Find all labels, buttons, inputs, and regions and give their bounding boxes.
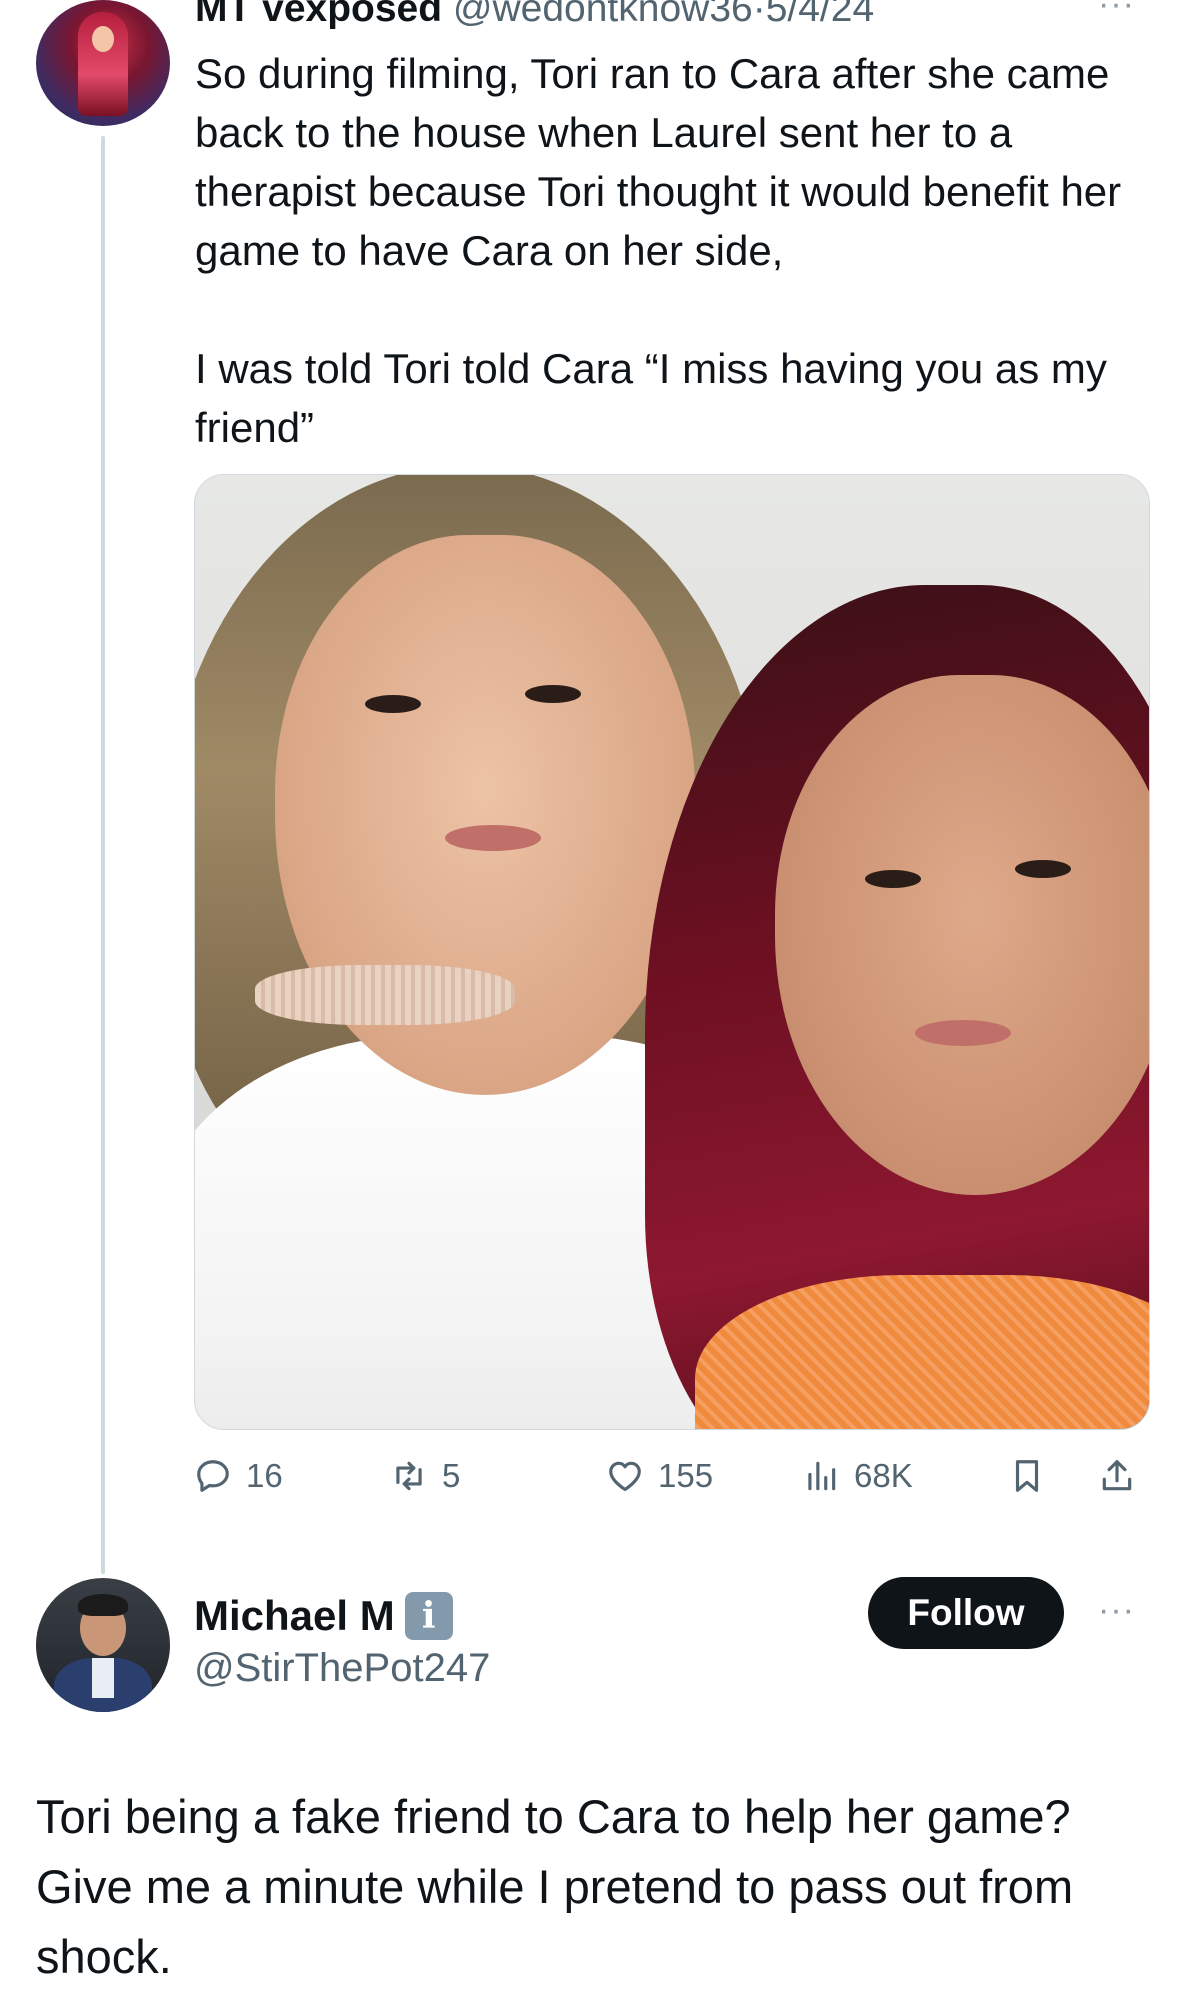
photo-face-right xyxy=(775,675,1149,1195)
reply-author-name-row: Michael M i xyxy=(194,1590,453,1642)
photo-eye xyxy=(525,685,581,703)
reply-author-handle[interactable]: @StirThePot247 xyxy=(194,1644,490,1692)
author-name[interactable]: MT vexposed xyxy=(195,0,442,30)
reply-button[interactable]: 16 xyxy=(194,1452,283,1500)
more-options-icon[interactable]: ··· xyxy=(1098,1593,1144,1630)
photo-choker xyxy=(255,965,515,1025)
reply-count: 16 xyxy=(246,1457,283,1494)
retweet-icon xyxy=(396,1461,422,1491)
tweet-text-paragraph: So during filming, Tori ran to Cara afte… xyxy=(195,50,1122,274)
engagement-bar: 16 5 155 68K xyxy=(194,1452,1148,1500)
share-button[interactable] xyxy=(1098,1452,1150,1500)
bookmark-icon xyxy=(1015,1460,1039,1492)
avatar-hair xyxy=(78,1594,128,1616)
reply-author-avatar[interactable] xyxy=(36,1578,170,1712)
share-icon xyxy=(1102,1460,1132,1491)
photo-eye xyxy=(865,870,921,888)
author-handle[interactable]: @wedontknow36 xyxy=(453,0,753,30)
reply-icon xyxy=(197,1460,229,1492)
tweet-date[interactable]: 5/4/24 xyxy=(766,0,874,30)
thread-line xyxy=(101,136,105,1574)
bookmark-button[interactable] xyxy=(1008,1452,1060,1500)
reply-author-name[interactable]: Michael M xyxy=(194,1590,395,1642)
retweet-button[interactable]: 5 xyxy=(390,1452,460,1500)
views-button[interactable]: 68K xyxy=(802,1452,913,1500)
info-badge-icon[interactable]: i xyxy=(404,1592,453,1640)
tweet-photo[interactable] xyxy=(194,474,1150,1430)
reply-text: Tori being a fake friend to Cara to help… xyxy=(36,1790,1074,1983)
meta-separator: · xyxy=(752,0,766,30)
follow-button[interactable]: Follow xyxy=(868,1577,1064,1649)
tweet-text-paragraph: I was told Tori told Cara “I miss having… xyxy=(195,345,1107,451)
like-icon xyxy=(609,1461,641,1492)
photo-eye xyxy=(365,695,421,713)
author-avatar[interactable] xyxy=(36,0,170,126)
like-button[interactable]: 155 xyxy=(606,1452,713,1500)
avatar-face xyxy=(92,26,114,52)
more-options-icon[interactable]: ··· xyxy=(1098,0,1144,24)
tweet-header: MT vexposed @wedontknow36·5/4/24 xyxy=(195,0,874,32)
tweet-text: So during filming, Tori ran to Cara afte… xyxy=(195,44,1125,457)
retweet-count: 5 xyxy=(442,1457,461,1494)
photo-eye xyxy=(1015,860,1071,878)
photo-mouth xyxy=(915,1020,1011,1046)
like-count: 155 xyxy=(658,1457,714,1494)
photo-mouth xyxy=(445,825,541,851)
views-count: 68K xyxy=(854,1457,913,1494)
views-icon xyxy=(808,1461,836,1491)
avatar-collar xyxy=(92,1658,114,1698)
